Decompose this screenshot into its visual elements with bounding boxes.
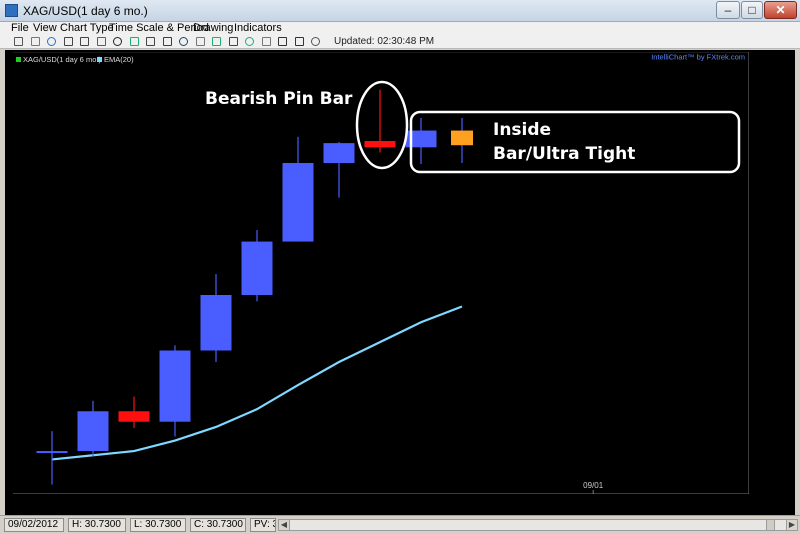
legend-price: XAG/USD(1 day 6 mo.) [23, 55, 101, 64]
horizontal-scrollbar[interactable]: ◀ ▶ [278, 519, 798, 531]
candle-body [364, 141, 396, 148]
chart-icon[interactable] [245, 37, 254, 46]
info-icon[interactable] [212, 37, 221, 46]
annotation-inside-bar: Inside Bar/Ultra Tight Range [493, 120, 636, 170]
candle-body [241, 241, 273, 295]
status-bar: 09/02/2012 H: 30.7300 L: 30.7300 C: 30.7… [0, 515, 800, 534]
annotation-inside-bar-wrap: Inside Bar/Ultra Tight Range [493, 120, 636, 170]
annotation-bearish-pin-bar: Bearish Pin Bar [205, 89, 353, 109]
candle-body [200, 294, 232, 351]
scroll-left-icon[interactable]: ◀ [279, 520, 290, 530]
open-icon[interactable] [30, 37, 40, 46]
status-high: H: 30.7300 [68, 518, 126, 532]
candle-body [159, 350, 191, 422]
zoom-out-icon[interactable] [179, 37, 188, 46]
circle-tool-icon[interactable] [129, 37, 139, 46]
save-icon[interactable] [47, 37, 56, 46]
candle-body [282, 163, 314, 242]
chart-plot[interactable]: XAG/USD(1 day 6 mo.) EMA(20) IntelliChar… [13, 52, 749, 494]
menu-bar: File View Chart Type Time Scale & Period… [0, 22, 800, 35]
image-icon[interactable] [195, 37, 205, 46]
legend-ema: EMA(20) [104, 55, 134, 64]
menu-indicators[interactable]: Indicators [234, 22, 282, 35]
title-bar: XAG/USD(1 day 6 mo.) – □ ✕ [0, 0, 800, 22]
candle-icon[interactable] [228, 37, 238, 46]
delete-icon[interactable] [96, 37, 106, 46]
down-arrow-icon[interactable] [146, 37, 155, 46]
triangle-icon[interactable] [261, 37, 271, 46]
candle-body [77, 411, 109, 452]
app-icon [5, 4, 18, 17]
status-pv: PV: 31.6260 [250, 518, 276, 532]
cross-tool-icon[interactable] [80, 37, 89, 46]
menu-view[interactable]: View [33, 22, 57, 35]
menu-file[interactable]: File [11, 22, 29, 35]
candle-body [323, 143, 355, 164]
text-tool-icon[interactable] [113, 37, 122, 46]
line-tool-icon[interactable] [63, 37, 73, 46]
candle-body [118, 411, 150, 422]
arrow-right-icon[interactable] [294, 37, 304, 46]
watermark: IntelliChart™ by FXtrek.com [651, 53, 745, 62]
toolbar: Updated: 02:30:48 PM [0, 35, 800, 49]
window-title: XAG/USD(1 day 6 mo.) [23, 4, 148, 18]
minimize-button[interactable]: – [716, 1, 740, 19]
print-icon[interactable] [14, 37, 23, 46]
legend-swatch-ema [97, 57, 102, 62]
candle-body [36, 451, 68, 454]
scroll-thumb[interactable] [766, 520, 775, 530]
close-button[interactable]: ✕ [764, 1, 797, 19]
annotation-pin-bar-circle [355, 80, 409, 170]
updated-time: Updated: 02:30:48 PM [334, 36, 435, 47]
maximize-button[interactable]: □ [741, 1, 763, 19]
status-low: L: 30.7300 [130, 518, 186, 532]
zoom-in-icon[interactable] [162, 37, 172, 46]
x-tick-label: 09/01 [583, 481, 604, 490]
menu-chart-type[interactable]: Chart Type [60, 22, 114, 35]
scroll-icon[interactable] [311, 37, 320, 46]
ema-line [51, 305, 463, 461]
candle-body [451, 130, 473, 146]
arrow-left-icon[interactable] [278, 37, 287, 46]
status-date: 09/02/2012 [4, 518, 64, 532]
menu-drawing[interactable]: Drawing [193, 22, 233, 35]
legend-swatch-price [16, 57, 21, 62]
status-close: C: 30.7300 [190, 518, 246, 532]
scroll-right-icon[interactable]: ▶ [786, 520, 797, 530]
